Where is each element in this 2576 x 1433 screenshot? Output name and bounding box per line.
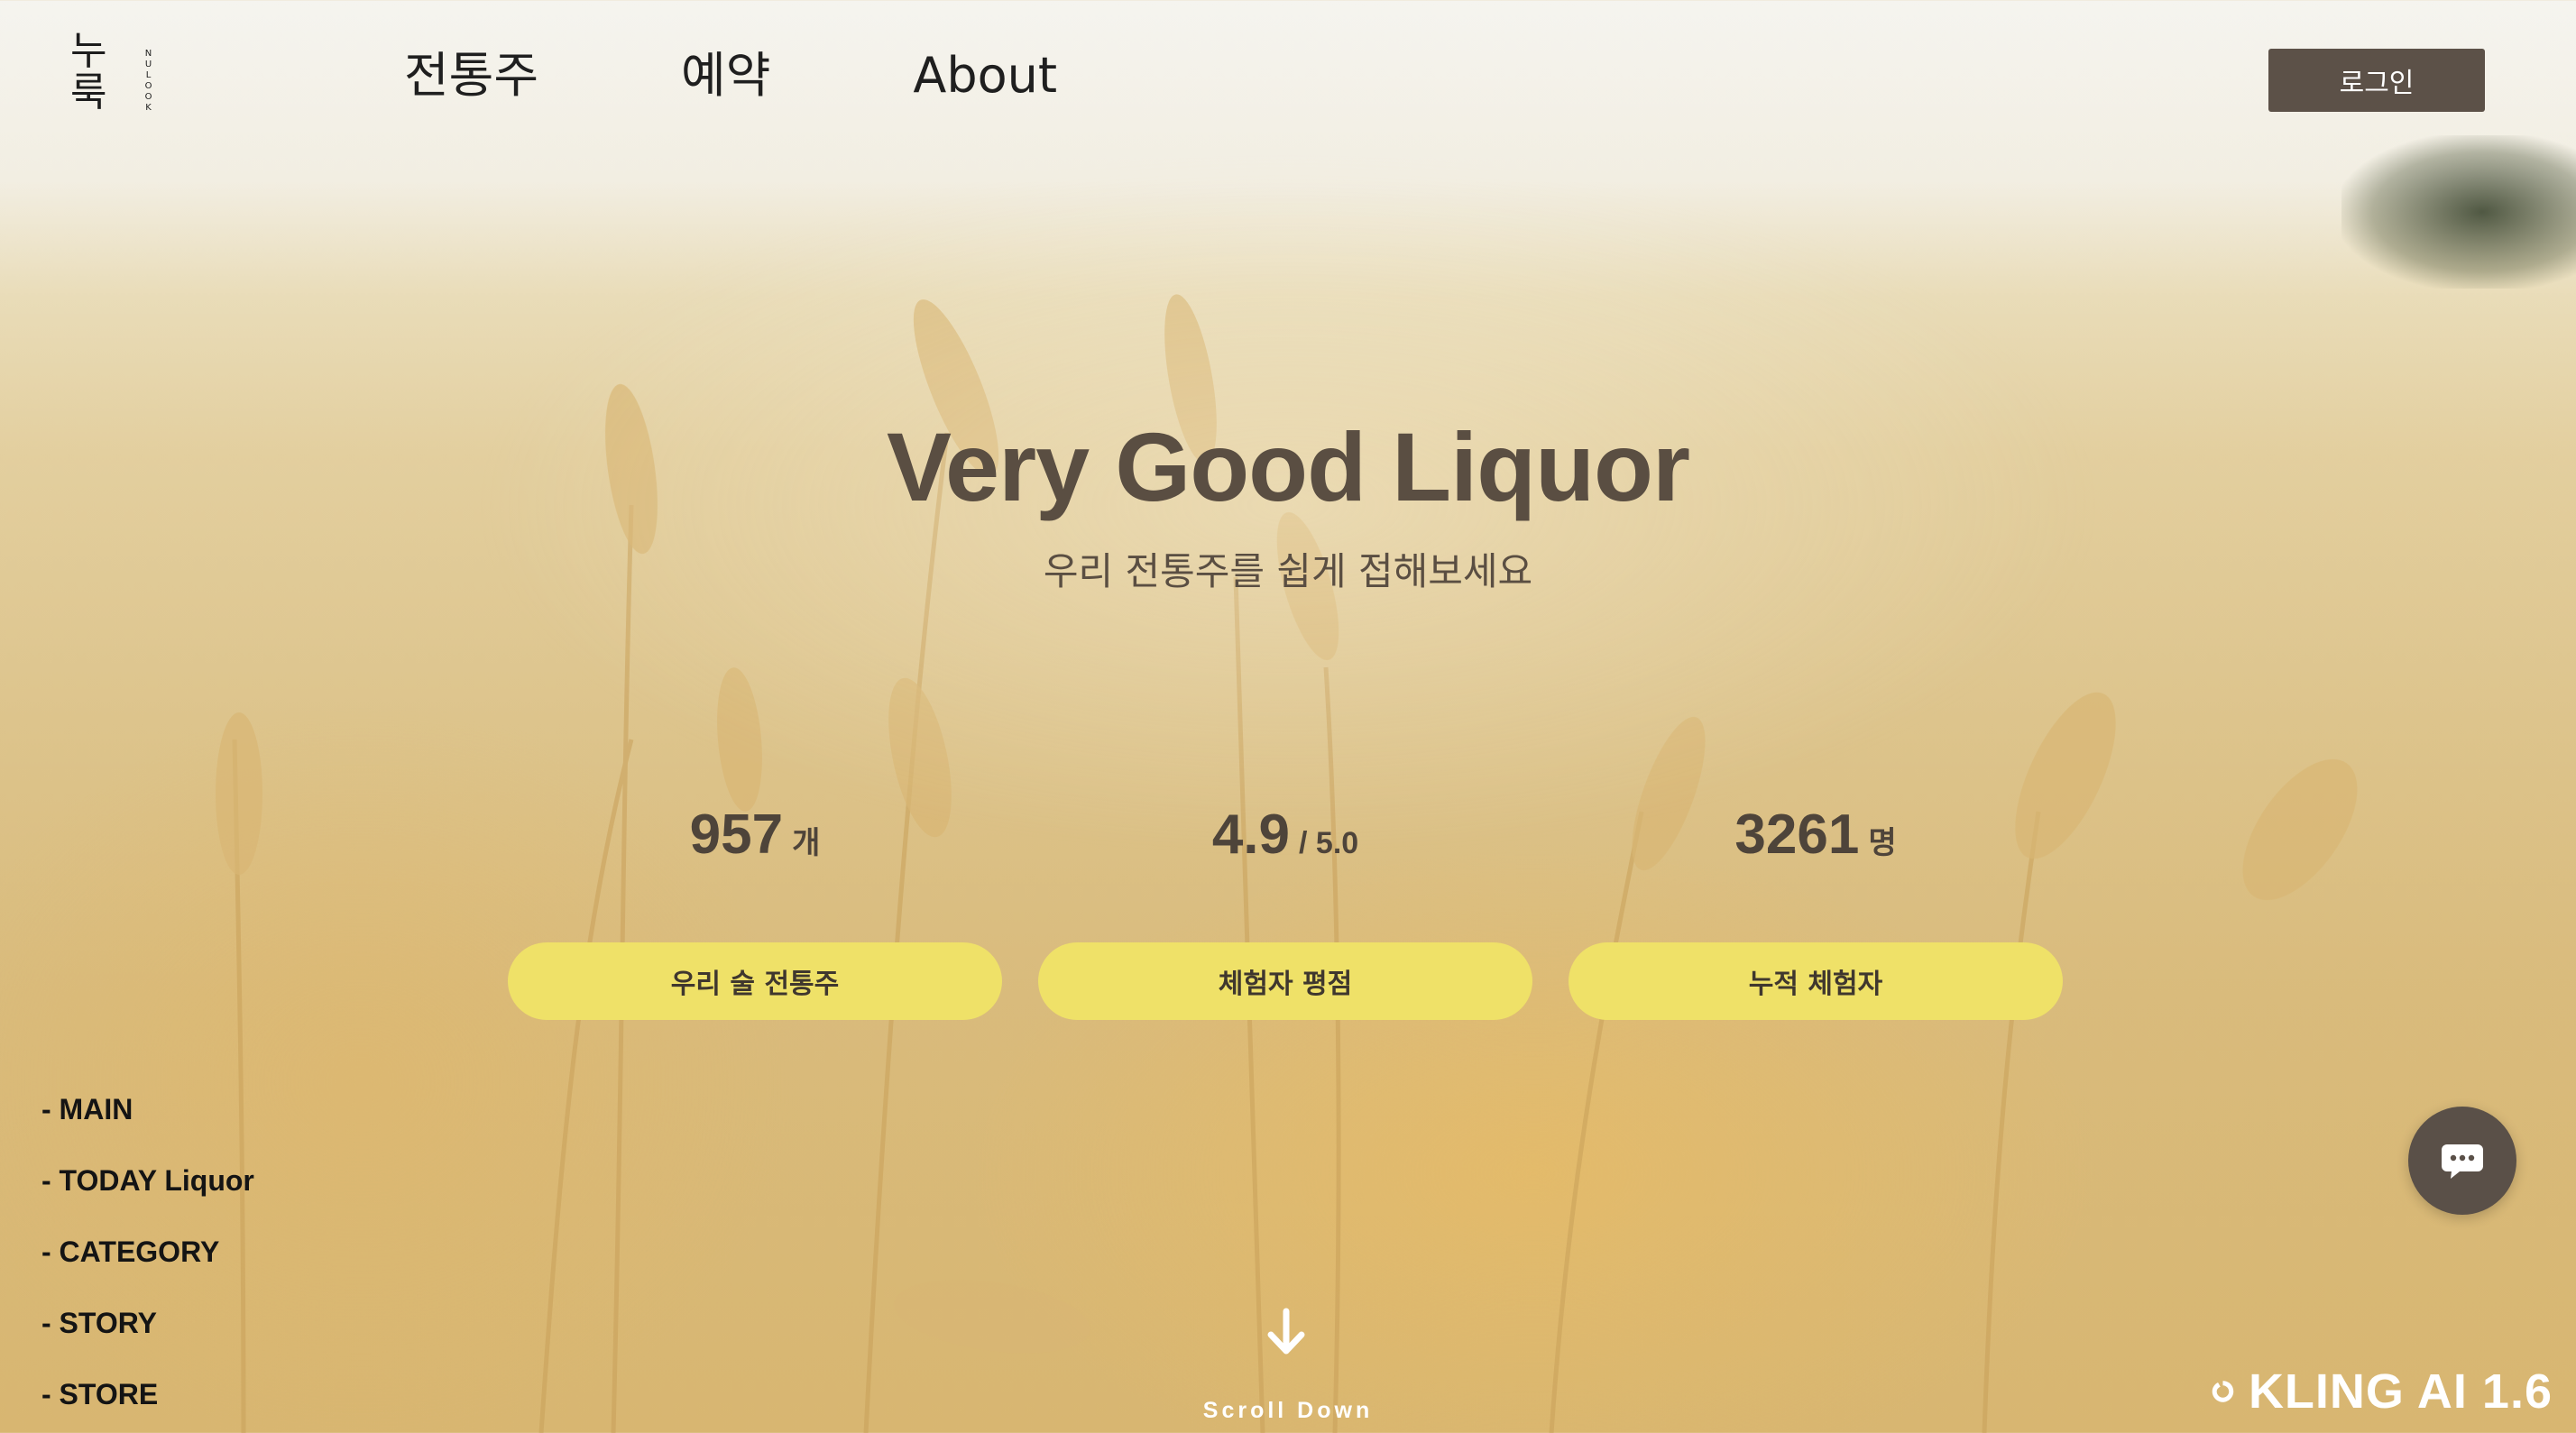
nav-item-about[interactable]: About bbox=[913, 45, 1057, 106]
background-haze bbox=[0, 0, 2576, 1433]
stat-value: 4.9 bbox=[1211, 804, 1291, 866]
side-nav: - MAIN - TODAY Liquor - CATEGORY - STORY… bbox=[41, 1093, 254, 1433]
nav-item-traditional-liquor[interactable]: 전통주 bbox=[404, 45, 538, 106]
stat-rating: 4.9/ 5.0 bbox=[1038, 803, 1532, 867]
nav-item-reservation[interactable]: 예약 bbox=[681, 45, 770, 106]
stat-unit: 개 bbox=[792, 826, 821, 860]
side-nav-main[interactable]: - MAIN bbox=[41, 1093, 254, 1164]
arrow-down-icon[interactable] bbox=[1264, 1308, 1309, 1356]
side-nav-category[interactable]: - CATEGORY bbox=[41, 1236, 254, 1307]
watermark-text: KLING AI 1.6 bbox=[2248, 1364, 2553, 1419]
stat-unit: 명 bbox=[1868, 826, 1897, 860]
chat-bubble-icon bbox=[2442, 1144, 2483, 1179]
scroll-down-label[interactable]: Scroll Down bbox=[0, 1398, 2576, 1424]
stat-label-participants: 누적 체험자 bbox=[1569, 942, 2063, 1020]
hero-subtitle: 우리 전통주를 쉽게 접해보세요 bbox=[1043, 549, 1533, 593]
stat-participants: 3261 명 bbox=[1569, 803, 2063, 867]
site-logo[interactable]: 누룩 NULOOK bbox=[70, 31, 170, 130]
stat-value: 957 bbox=[689, 804, 784, 866]
login-button[interactable]: 로그인 bbox=[2268, 49, 2485, 112]
kling-watermark: KLING AI 1.6 bbox=[2210, 1360, 2553, 1423]
stat-unit: / 5.0 bbox=[1299, 826, 1359, 860]
stat-value: 3261 bbox=[1734, 804, 1860, 866]
stat-label-rating: 체험자 평점 bbox=[1038, 942, 1532, 1020]
side-nav-story[interactable]: - STORY bbox=[41, 1307, 254, 1378]
stat-label-liquor: 우리 술 전통주 bbox=[508, 942, 1002, 1020]
hero-title: Very Good Liquor bbox=[886, 412, 1690, 521]
main-nav: 전통주 예약 About bbox=[404, 45, 1200, 106]
chat-button[interactable] bbox=[2408, 1107, 2516, 1215]
side-nav-today-liquor[interactable]: - TODAY Liquor bbox=[41, 1164, 254, 1236]
stat-liquor-count: 957 개 bbox=[508, 803, 1002, 867]
kling-logo-icon bbox=[2212, 1381, 2234, 1402]
logo-text: 누룩 bbox=[70, 28, 107, 115]
logo-subtext: NULOOK bbox=[144, 49, 153, 113]
